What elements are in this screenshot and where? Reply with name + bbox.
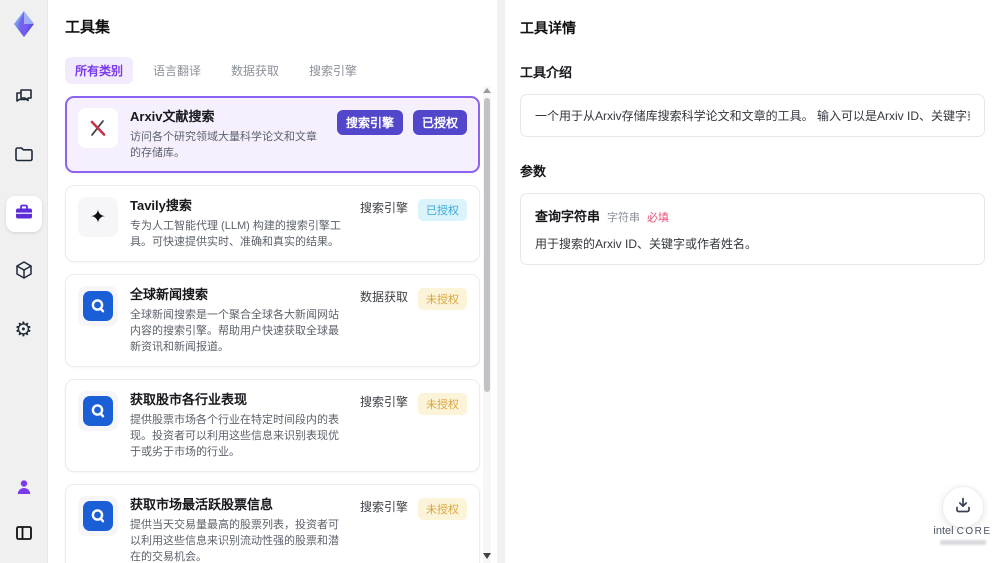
- stock-search-icon: [78, 391, 118, 431]
- tool-name: Tavily搜索: [130, 198, 192, 213]
- app-logo-icon[interactable]: [8, 8, 40, 40]
- list-scrollbar[interactable]: [483, 86, 491, 563]
- user-profile-button[interactable]: [6, 471, 42, 507]
- tool-name: 获取股市各行业表现: [130, 392, 248, 407]
- tool-description: 提供当天交易量最高的股票列表，投资者可以利用这些信息来识别流动性强的股票和潜在的…: [130, 519, 339, 563]
- intel-subtext-blur: [939, 540, 986, 545]
- tab-data-fetch[interactable]: 数据获取: [221, 57, 289, 84]
- status-badge: 未授权: [418, 393, 467, 415]
- cube-icon: [13, 259, 35, 286]
- category-label: 搜索引擎: [359, 500, 408, 514]
- tool-name: 获取市场最活跃股票信息: [130, 497, 274, 512]
- scrollbar-thumb[interactable]: [484, 98, 490, 392]
- status-badge: 未授权: [418, 498, 467, 520]
- scroll-down-arrow-icon[interactable]: [483, 553, 491, 559]
- sidebar-item-chat[interactable]: [6, 80, 42, 116]
- intro-heading: 工具介绍: [520, 65, 573, 80]
- tool-description: 提供股票市场各个行业在特定时间段内的表现。投资者可以利用这些信息来识别表现优于或…: [130, 414, 339, 458]
- status-badge: 已授权: [418, 199, 467, 221]
- tool-description: 全球新闻搜索是一个聚合全球各大新闻网站内容的搜索引擎。帮助用户快速获取全球最新资…: [130, 309, 339, 353]
- tool-card-active-stocks[interactable]: 获取市场最活跃股票信息 提供当天交易量最高的股票列表，投资者可以利用这些信息来识…: [65, 484, 480, 563]
- intel-core-logo: intel CORE: [925, 525, 1000, 545]
- tool-name: 全球新闻搜索: [130, 287, 209, 302]
- icon-rail: ⚙: [0, 0, 48, 563]
- user-icon: [13, 476, 35, 503]
- arxiv-icon: [78, 108, 118, 148]
- tool-detail-panel: 工具详情 工具介绍 一个用于从Arxiv存储库搜索科学论文和文章的工具。 输入可…: [505, 0, 1000, 563]
- tool-description: 专为人工智能代理 (LLM) 构建的搜索引擎工具。可快速提供实时、准确和真实的结…: [130, 220, 341, 248]
- intro-text: 一个用于从Arxiv存储库搜索科学论文和文章的工具。 输入可以是Arxiv ID…: [535, 109, 970, 123]
- tool-name: Arxiv文献搜索: [130, 109, 215, 124]
- sidebar-item-tools[interactable]: [5, 196, 42, 232]
- sidebar-item-files[interactable]: [6, 138, 42, 174]
- page-title: 工具集: [65, 19, 111, 36]
- tool-card-global-news[interactable]: 全球新闻搜索 全球新闻搜索是一个聚合全球各大新闻网站内容的搜索引擎。帮助用户快速…: [65, 274, 480, 367]
- tool-card-arxiv[interactable]: Arxiv文献搜索 访问各个研究领域大量科学论文和文章的存储库。 搜索引擎 已授…: [65, 96, 480, 173]
- tool-description: 访问各个研究领域大量科学论文和文章的存储库。: [130, 131, 317, 159]
- detail-title: 工具详情: [520, 20, 576, 36]
- category-label: 搜索引擎: [359, 201, 408, 215]
- param-type: 字符串: [607, 212, 641, 224]
- tool-cards: Arxiv文献搜索 访问各个研究领域大量科学论文和文章的存储库。 搜索引擎 已授…: [65, 96, 480, 563]
- tool-card-stock-sector[interactable]: 获取股市各行业表现 提供股票市场各个行业在特定时间段内的表现。投资者可以利用这些…: [65, 379, 480, 472]
- tool-card-tavily[interactable]: ✦ Tavily搜索 专为人工智能代理 (LLM) 构建的搜索引擎工具。可快速提…: [65, 185, 480, 262]
- panel-layout-icon: [13, 522, 35, 549]
- params-heading: 参数: [520, 164, 547, 179]
- status-badge: 未授权: [418, 288, 467, 310]
- folder-icon: [13, 143, 35, 170]
- intro-box: 一个用于从Arxiv存储库搜索科学论文和文章的工具。 输入可以是Arxiv ID…: [520, 94, 985, 137]
- gear-icon: ⚙: [14, 319, 33, 341]
- news-search-icon: [78, 286, 118, 326]
- collapse-panel-button[interactable]: [6, 517, 42, 553]
- tavily-icon: ✦: [78, 197, 118, 237]
- param-description: 用于搜索的Arxiv ID、关键字或作者姓名。: [535, 237, 758, 251]
- panel-divider: [497, 0, 505, 563]
- category-label: 搜索引擎: [359, 395, 408, 409]
- param-name: 查询字符串: [535, 209, 601, 224]
- briefcase-icon: [13, 201, 35, 228]
- download-icon: [953, 495, 973, 520]
- core-wordmark: CORE: [956, 526, 992, 537]
- status-badge: 已授权: [412, 110, 467, 135]
- download-button[interactable]: [942, 486, 984, 528]
- chat-icon: [13, 85, 35, 112]
- stock-search-icon: [78, 496, 118, 536]
- category-badge: 搜索引擎: [336, 110, 403, 135]
- category-label: 数据获取: [359, 290, 408, 304]
- tab-all-categories[interactable]: 所有类别: [65, 57, 134, 84]
- param-box: 查询字符串 字符串 必填 用于搜索的Arxiv ID、关键字或作者姓名。: [520, 193, 985, 265]
- sidebar-item-settings[interactable]: ⚙: [6, 312, 42, 348]
- tool-list-panel: 工具集 所有类别 语言翻译 数据获取 搜索引擎 Arxiv文献搜索 访问各个研究…: [48, 0, 497, 563]
- intel-wordmark: intel: [933, 525, 954, 537]
- param-required-badge: 必填: [647, 212, 670, 224]
- sidebar-item-packages[interactable]: [6, 254, 42, 290]
- scroll-up-arrow-icon[interactable]: [483, 88, 491, 93]
- tab-language-translation[interactable]: 语言翻译: [143, 57, 211, 84]
- category-tabs: 所有类别 语言翻译 数据获取 搜索引擎: [65, 57, 497, 84]
- tab-search-engine[interactable]: 搜索引擎: [299, 57, 367, 84]
